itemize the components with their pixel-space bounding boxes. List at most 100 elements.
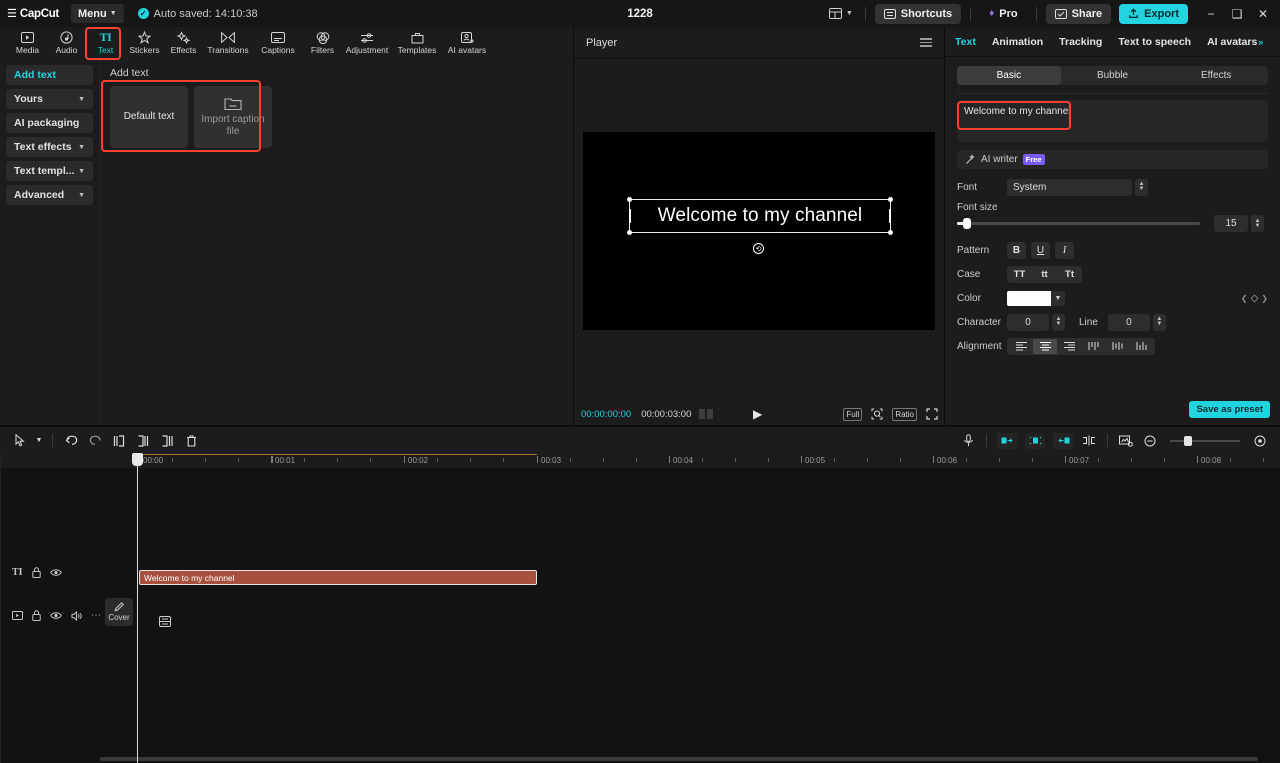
keyframe-next-icon[interactable]: ❯ [1261, 294, 1268, 303]
player-menu-icon[interactable] [920, 38, 932, 47]
select-tool-icon[interactable] [8, 430, 32, 452]
mute-icon[interactable] [71, 611, 82, 621]
tab-tracking[interactable]: Tracking [1059, 36, 1102, 48]
segment-effects[interactable]: Effects [1164, 66, 1268, 85]
resize-handle-bottom-right[interactable] [888, 230, 893, 235]
select-tool-dropdown-icon[interactable]: ▼ [32, 430, 46, 452]
align-vertical-bottom-icon[interactable] [1129, 339, 1153, 354]
ai-writer-button[interactable]: AI writer Free [957, 150, 1268, 169]
mirror-split-icon[interactable] [1077, 430, 1101, 452]
import-caption-file-card[interactable]: Import caption file [194, 86, 272, 148]
segment-bubble[interactable]: Bubble [1061, 66, 1165, 85]
lock-icon[interactable] [32, 610, 41, 621]
font-size-stepper[interactable]: ▲▼ [1251, 215, 1264, 232]
align-vertical-top-icon[interactable] [1081, 339, 1105, 354]
chevron-down-icon[interactable]: ▼ [1051, 291, 1065, 306]
magnifier-icon[interactable] [871, 408, 883, 420]
tab-text[interactable]: Text [955, 36, 976, 48]
nav-item-transitions[interactable]: Transitions [203, 27, 253, 59]
line-stepper[interactable]: ▲▼ [1153, 314, 1166, 331]
export-button[interactable]: Export [1119, 4, 1188, 24]
keyframe-prev-icon[interactable]: ❮ [1241, 294, 1248, 303]
font-select[interactable]: System [1007, 179, 1132, 196]
sidebar-item-text-effects[interactable]: Text effects ▼ [6, 137, 93, 157]
tab-text-to-speech[interactable]: Text to speech [1118, 36, 1191, 48]
crop-preview-icon[interactable] [1114, 430, 1138, 452]
align-center-icon[interactable] [1033, 339, 1057, 354]
color-swatch[interactable] [1007, 291, 1051, 306]
nav-item-effects[interactable]: Effects [164, 27, 203, 59]
share-button[interactable]: Share [1046, 4, 1112, 24]
nav-item-text[interactable]: TI Text [86, 27, 125, 59]
keyframe-out-icon[interactable] [1053, 433, 1073, 449]
pro-button[interactable]: ♦ Pro [980, 4, 1026, 24]
sidebar-item-yours[interactable]: Yours ▼ [6, 89, 93, 109]
segment-basic[interactable]: Basic [957, 66, 1061, 85]
fullscreen-icon[interactable] [926, 408, 938, 420]
save-as-preset-button[interactable]: Save as preset [1189, 401, 1270, 418]
split-button[interactable] [131, 430, 155, 452]
nav-item-captions[interactable]: Captions [253, 27, 303, 59]
character-spacing-input[interactable]: 0 [1007, 314, 1049, 331]
ratio-button[interactable]: Ratio [892, 408, 917, 421]
nav-item-audio[interactable]: Audio [47, 27, 86, 59]
nav-item-media[interactable]: Media [8, 27, 47, 59]
sidebar-item-add-text[interactable]: Add text [6, 65, 93, 85]
nav-item-adjustment[interactable]: Adjustment [342, 27, 392, 59]
visibility-icon[interactable] [50, 611, 62, 620]
font-stepper[interactable]: ▲▼ [1135, 179, 1148, 196]
canvas-text-element[interactable]: Welcome to my channel [629, 199, 891, 233]
keyframe-diamond-icon[interactable]: ◇ [1251, 293, 1259, 304]
close-button[interactable]: ✕ [1250, 2, 1276, 26]
font-size-slider[interactable] [957, 222, 1200, 225]
play-button[interactable]: ▶ [753, 407, 762, 421]
tab-ai-avatars[interactable]: AI avatars » [1207, 36, 1263, 48]
font-size-value-box[interactable]: 15 [1214, 215, 1248, 232]
keyframe-mid-icon[interactable] [1025, 433, 1045, 449]
visibility-icon[interactable] [50, 568, 62, 577]
italic-button[interactable]: I [1055, 242, 1074, 259]
titlecase-button[interactable]: Tt [1057, 266, 1082, 283]
line-spacing-input[interactable]: 0 [1108, 314, 1150, 331]
timeline-horizontal-scrollbar[interactable] [100, 757, 1258, 761]
video-clip-placeholder-icon[interactable] [159, 616, 171, 627]
full-quality-button[interactable]: Full [843, 408, 862, 421]
playhead-grip[interactable] [132, 453, 143, 466]
more-options-icon[interactable]: ⋯ [91, 610, 101, 621]
split-right-button[interactable] [155, 430, 179, 452]
undo-button[interactable] [59, 430, 83, 452]
maximize-button[interactable]: ❑ [1224, 2, 1250, 26]
delete-button[interactable] [179, 430, 203, 452]
zoom-fit-icon[interactable] [1248, 430, 1272, 452]
text-content-input[interactable] [957, 100, 1268, 142]
resize-handle-top-right[interactable] [888, 197, 893, 202]
rotate-handle-icon[interactable]: ⟲ [753, 243, 764, 254]
underline-button[interactable]: U [1031, 242, 1050, 259]
resize-handle-left[interactable] [629, 209, 631, 223]
text-clip[interactable]: Welcome to my channel [139, 570, 537, 585]
zoom-out-icon[interactable] [1138, 430, 1162, 452]
lowercase-button[interactable]: tt [1032, 266, 1057, 283]
character-stepper[interactable]: ▲▼ [1052, 314, 1065, 331]
sidebar-item-advanced[interactable]: Advanced ▼ [6, 185, 93, 205]
video-canvas[interactable]: Welcome to my channel ⟲ [583, 132, 935, 330]
redo-button[interactable] [83, 430, 107, 452]
nav-item-templates[interactable]: Templates [392, 27, 442, 59]
tab-animation[interactable]: Animation [992, 36, 1043, 48]
resize-handle-bottom-left[interactable] [627, 230, 632, 235]
timeline-ruler[interactable]: 00:00 [0, 454, 1280, 468]
align-right-icon[interactable] [1057, 339, 1081, 354]
nav-item-ai-avatars[interactable]: AI avatars [442, 27, 492, 59]
lock-icon[interactable] [32, 567, 41, 578]
color-picker[interactable]: ▼ [1007, 291, 1065, 306]
keyframe-in-icon[interactable] [997, 433, 1017, 449]
timeline-zoom-knob[interactable] [1184, 436, 1192, 446]
microphone-icon[interactable] [956, 430, 980, 452]
slider-knob[interactable] [963, 218, 971, 229]
menu-button[interactable]: Menu ▼ [71, 4, 124, 23]
resize-handle-top-left[interactable] [627, 197, 632, 202]
uppercase-button[interactable]: TT [1007, 266, 1032, 283]
layout-switch-button[interactable]: ▼ [826, 6, 856, 21]
sidebar-item-ai-packaging[interactable]: AI packaging [6, 113, 93, 133]
nav-item-filters[interactable]: Filters [303, 27, 342, 59]
